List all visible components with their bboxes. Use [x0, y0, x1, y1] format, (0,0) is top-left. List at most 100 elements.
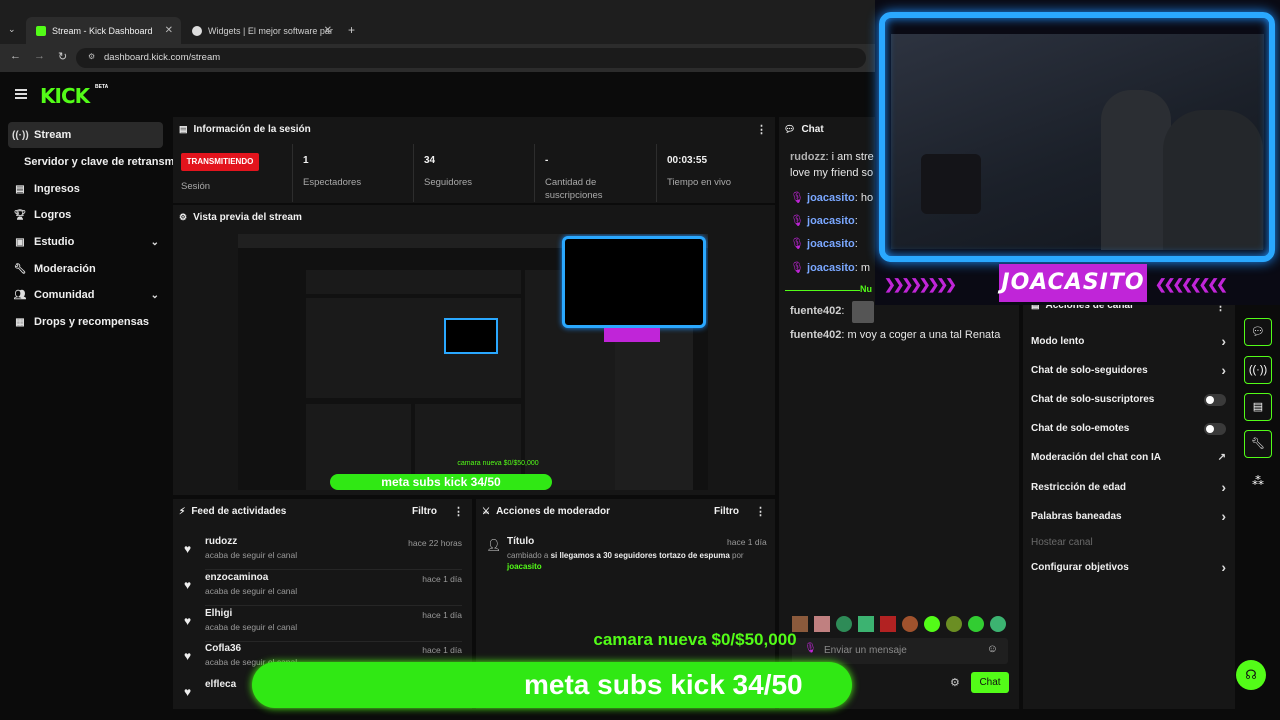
sidebar-item-label: Estudio — [34, 236, 75, 248]
chevron-right-icon: › — [1221, 479, 1226, 495]
browser-tab-active[interactable]: Stream - Kick Dashboard ✕ — [26, 17, 181, 44]
sidebar-item-label: Stream — [34, 129, 72, 141]
chat-user[interactable]: rudozz — [790, 151, 825, 163]
chat-user[interactable]: fuente402 — [790, 329, 841, 341]
menu-icon[interactable] — [15, 89, 27, 99]
site-info-icon[interactable]: ⚙ — [88, 52, 95, 61]
support-icon[interactable]: ☊ — [1236, 660, 1266, 690]
chat-rail-button[interactable]: 💬︎ — [1244, 318, 1272, 346]
session-menu-icon[interactable]: ⋮ — [756, 123, 767, 136]
mod-filter-button[interactable]: Filtro — [714, 506, 739, 517]
camera-goal-text: camara nueva $0/$50,000 — [593, 630, 797, 649]
tab-list-chevron-icon[interactable]: ⌄ — [8, 24, 16, 35]
chat-user[interactable]: joacasito — [807, 238, 855, 250]
sidebar-item-logros[interactable]: 🏆︎ Logros — [8, 202, 163, 228]
sidebar-item-ingresos[interactable]: ▤ Ingresos — [8, 176, 163, 202]
emote-icon[interactable] — [902, 616, 918, 632]
ai-moderation-item[interactable]: Moderación del chat con IA ↗ — [1031, 452, 1226, 468]
session-rail-button[interactable]: ▤ — [1244, 393, 1272, 421]
url-field[interactable]: dashboard.kick.com/stream — [76, 48, 866, 68]
divider — [656, 144, 657, 202]
emote-icon[interactable] — [968, 616, 984, 632]
emote-icon[interactable] — [924, 616, 940, 632]
sidebar-item-estudio[interactable]: ▣ Estudio ⌄ — [8, 229, 163, 255]
followers-only-item[interactable]: Chat de solo-seguidores › — [1031, 362, 1226, 381]
emote-icon[interactable] — [946, 616, 962, 632]
feed-time: hace 1 día — [422, 645, 462, 655]
browser-tab[interactable]: Widgets | El mejor software par ✕ — [182, 17, 340, 44]
feed-action: acaba de seguir el canal — [205, 622, 298, 632]
preview-subs-goal: meta subs kick 34/50 — [330, 474, 552, 490]
preview-icon: ⚙ — [179, 212, 188, 222]
emote-icon[interactable] — [880, 616, 896, 632]
feed-filter-button[interactable]: Filtro — [412, 506, 437, 517]
feed-user[interactable]: Elhigi — [205, 608, 232, 619]
slow-mode-item[interactable]: Modo lento › — [1031, 333, 1226, 352]
feed-user[interactable]: elfleca — [205, 679, 236, 690]
mod-user[interactable]: joacasito — [507, 562, 542, 571]
action-label: Palabras baneadas — [1031, 511, 1122, 522]
new-tab-icon[interactable]: + — [348, 23, 355, 37]
chevron-down-icon: ⌄ — [150, 289, 159, 301]
chat-title-text: Chat — [801, 124, 824, 135]
preview-session — [306, 270, 521, 294]
subs-goal-bar: meta subs kick 34/50 — [252, 662, 852, 708]
forward-icon[interactable]: → — [34, 50, 45, 62]
subscribers-only-toggle[interactable] — [1204, 394, 1226, 406]
emote-icon[interactable] — [858, 616, 874, 632]
subscribers-only-item: Chat de solo-suscriptores — [1031, 394, 1226, 410]
wrench-icon: 🔧︎ — [13, 263, 27, 275]
feed-item: ♥ enzocaminoa acaba de seguir el canal h… — [180, 570, 470, 606]
sidebar-item-label: Drops y recompensas — [34, 316, 149, 328]
stream-preview[interactable]: meta subs kick 34/50 camara nueva $0/$50… — [238, 234, 708, 490]
people-icon: 👥︎ — [13, 289, 27, 301]
feed-time: hace 1 día — [422, 574, 462, 584]
chat-message: fuente402: — [790, 305, 845, 317]
chat-user[interactable]: joacasito — [807, 262, 855, 274]
banned-words-item[interactable]: Palabras baneadas › — [1031, 508, 1226, 527]
chat-message: 🎙︎ joacasito: — [790, 238, 858, 250]
gift-icon: ▦ — [15, 316, 25, 328]
mod-text-b: si llegamos a 30 seguidores tortazo de e… — [550, 551, 730, 560]
chevron-right-icon: › — [1221, 362, 1226, 378]
close-tab-icon[interactable]: ✕ — [324, 25, 332, 36]
moderation-rail-button[interactable]: 🔧︎ — [1244, 430, 1272, 458]
kick-logo[interactable]: KICK — [40, 84, 90, 108]
sidebar-item-server-key[interactable]: Servidor y clave de retransm — [20, 149, 175, 175]
feed-action: acaba de seguir el canal — [205, 586, 298, 596]
mod-item-time: hace 1 día — [727, 537, 767, 547]
chat-user[interactable]: fuente402 — [790, 305, 841, 317]
sidebar-item-comunidad[interactable]: 👥︎ Comunidad ⌄ — [8, 282, 163, 308]
beta-badge: BETA — [95, 84, 109, 90]
action-label: Moderación del chat con IA — [1031, 452, 1162, 463]
send-chat-button[interactable]: Chat — [971, 672, 1009, 693]
reload-icon[interactable]: ↻ — [58, 50, 67, 63]
video-icon: ▣ — [15, 236, 25, 248]
close-tab-icon[interactable]: ✕ — [165, 25, 173, 36]
subscriptions-value: - — [545, 155, 549, 166]
mod-item-text: cambiado a si llegamos a 30 seguidores t… — [507, 550, 769, 572]
emoji-icon[interactable]: ☺ — [987, 643, 998, 655]
chat-settings-icon[interactable]: ⚙ — [950, 676, 960, 689]
feed-user[interactable]: enzocaminoa — [205, 572, 268, 583]
feed-user[interactable]: Cofla36 — [205, 643, 241, 654]
mic-badge-icon: 🎙︎ — [790, 262, 804, 274]
sidebar-item-stream[interactable]: ((·)) Stream — [8, 122, 163, 148]
age-restriction-item[interactable]: Restricción de edad › — [1031, 479, 1226, 498]
feed-menu-icon[interactable]: ⋮ — [453, 505, 464, 518]
widgets-icon[interactable]: ⁂ — [1252, 474, 1264, 488]
feed-user[interactable]: rudozz — [205, 536, 237, 547]
sidebar-item-drops[interactable]: ▦ Drops y recompensas — [8, 309, 163, 335]
mod-menu-icon[interactable]: ⋮ — [755, 505, 766, 518]
broadcast-rail-button[interactable]: ((·)) — [1244, 356, 1272, 384]
configure-goals-item[interactable]: Configurar objetivos › — [1031, 559, 1226, 578]
emotes-only-toggle[interactable] — [1204, 423, 1226, 435]
emote-icon[interactable] — [990, 616, 1006, 632]
chat-user[interactable]: joacasito — [807, 192, 855, 204]
chat-user[interactable]: joacasito — [807, 215, 855, 227]
action-label: Modo lento — [1031, 336, 1085, 347]
back-icon[interactable]: ← — [10, 50, 21, 62]
sidebar-item-moderacion[interactable]: 🔧︎ Moderación — [8, 256, 163, 282]
action-label: Chat de solo-seguidores — [1031, 365, 1148, 376]
user-icon: 👤︎ — [486, 538, 502, 552]
